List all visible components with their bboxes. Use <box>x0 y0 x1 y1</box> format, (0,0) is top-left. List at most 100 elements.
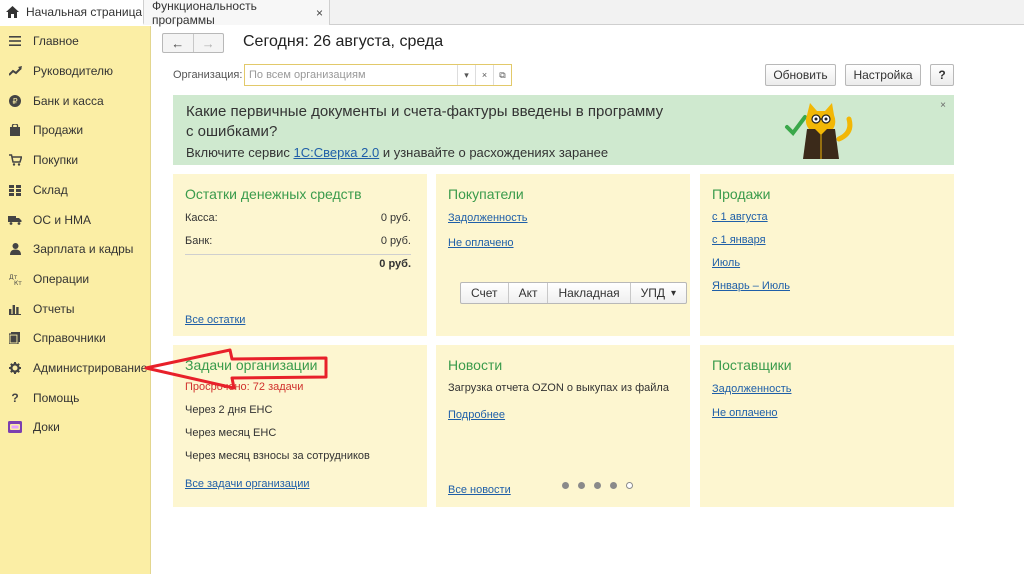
sidebar-item-label: Банк и касса <box>33 94 104 108</box>
sidebar-item-salary[interactable]: Зарплата и кадры <box>0 238 150 260</box>
book-icon <box>8 331 22 345</box>
gear-icon <box>8 361 22 375</box>
tab-home[interactable]: Начальная страница <box>0 0 144 25</box>
buyers-unpaid-link[interactable]: Не оплачено <box>448 237 514 249</box>
card-news: Новости Загрузка отчета OZON о выкупах и… <box>436 345 690 507</box>
card-org-tasks: Задачи организации Просрочено: 72 задачи… <box>173 345 427 507</box>
tab-functionality[interactable]: Функциональность программы × <box>144 0 330 27</box>
sidebar-item-operations[interactable]: Дт Кт Операции <box>0 268 150 290</box>
sidebar-item-help[interactable]: ? Помощь <box>0 387 150 409</box>
dropdown-icon[interactable]: ▾ <box>457 65 475 85</box>
pager-dot[interactable] <box>562 482 569 489</box>
upd-button[interactable]: УПД ▾ <box>629 283 686 303</box>
help-button[interactable]: ? <box>930 64 954 86</box>
clear-icon[interactable]: × <box>475 65 493 85</box>
invoice-button[interactable]: Счет <box>461 283 508 303</box>
news-pager <box>562 482 633 489</box>
all-tasks-link[interactable]: Все задачи организации <box>185 478 310 490</box>
bank-value: 0 руб. <box>380 235 411 247</box>
open-icon[interactable]: ⧉ <box>493 65 511 85</box>
svg-text:Кт: Кт <box>14 280 22 285</box>
org-label: Организация: <box>173 69 243 81</box>
pager-dot-active[interactable] <box>626 482 633 489</box>
tab-functionality-label: Функциональность программы <box>152 0 257 27</box>
document-buttons: Счет Акт Накладная УПД ▾ <box>460 282 688 304</box>
waybill-button[interactable]: Накладная <box>547 283 629 303</box>
question-icon: ? <box>11 391 19 405</box>
card-title: Задачи организации <box>185 357 318 373</box>
banner-line-2: с ошибками? <box>186 123 278 140</box>
suppliers-unpaid-link[interactable]: Не оплачено <box>712 407 778 419</box>
coin-icon: ₽ <box>8 94 22 108</box>
sverka-link[interactable]: 1С:Сверка 2.0 <box>293 145 379 160</box>
buyers-debt-link[interactable]: Задолженность <box>448 212 528 224</box>
sidebar-item-label: ОС и НМА <box>33 213 92 227</box>
forward-button[interactable]: → <box>192 34 224 52</box>
news-text: Загрузка отчета OZON о выкупах из файла <box>448 382 669 394</box>
refresh-button[interactable]: Обновить <box>765 64 836 86</box>
task-item[interactable]: Через месяц взносы за сотрудников <box>185 450 370 462</box>
sidebar-item-label: Зарплата и кадры <box>33 242 134 256</box>
card-title: Продажи <box>712 186 771 202</box>
cart-icon <box>8 153 22 167</box>
pager-dot[interactable] <box>594 482 601 489</box>
all-balances-link[interactable]: Все остатки <box>185 314 245 326</box>
overdue-tasks[interactable]: Просрочено: 72 задачи <box>185 381 303 393</box>
sidebar-item-reports[interactable]: Отчеты <box>0 298 150 320</box>
sidebar-item-catalogs[interactable]: Справочники <box>0 327 150 349</box>
sidebar-item-label: Продажи <box>33 123 84 137</box>
home-icon <box>4 4 20 20</box>
truck-icon <box>8 213 22 227</box>
banner-close-icon[interactable]: × <box>940 100 946 111</box>
sales-july-link[interactable]: Июль <box>712 257 740 269</box>
news-more-link[interactable]: Подробнее <box>448 409 505 421</box>
sales-jan-july-link[interactable]: Январь – Июль <box>712 280 790 292</box>
docs-icon <box>8 420 22 434</box>
sidebar-item-main[interactable]: Главное <box>0 30 150 52</box>
task-item[interactable]: Через 2 дня ЕНС <box>185 404 272 416</box>
sidebar-item-docs[interactable]: Доки <box>0 416 150 438</box>
card-title: Поставщики <box>712 357 792 373</box>
sidebar-item-label: Операции <box>33 272 90 286</box>
sidebar: Главное Руководителю ₽ Банк и касса Прод… <box>0 26 151 574</box>
card-buyers: Покупатели Задолженность Не оплачено Сче… <box>436 174 690 336</box>
kassa-value: 0 руб. <box>380 212 411 224</box>
suppliers-debt-link[interactable]: Задолженность <box>712 383 792 395</box>
chevron-down-icon: ▾ <box>671 287 677 299</box>
grid-icon <box>8 183 22 197</box>
kassa-label: Касса: <box>185 212 218 224</box>
sidebar-item-sales[interactable]: Продажи <box>0 119 150 141</box>
card-title: Покупатели <box>448 186 524 202</box>
card-cash-balances: Остатки денежных средств Касса: 0 руб. Б… <box>173 174 427 336</box>
settings-button[interactable]: Настройка <box>845 64 921 86</box>
sales-jan-link[interactable]: с 1 января <box>712 234 766 246</box>
sidebar-item-label: Доки <box>33 420 60 434</box>
back-button[interactable]: ← <box>163 34 193 52</box>
cat-mascot-icon <box>785 103 853 159</box>
banner-line-3: Включите сервис 1С:Сверка 2.0 и узнавайт… <box>186 145 608 160</box>
sales-aug-link[interactable]: с 1 августа <box>712 211 768 223</box>
sidebar-item-label: Отчеты <box>33 302 75 316</box>
divider <box>185 254 411 255</box>
sidebar-item-assets[interactable]: ОС и НМА <box>0 209 150 231</box>
upd-label: УПД <box>640 286 666 300</box>
sidebar-item-manager[interactable]: Руководителю <box>0 60 150 82</box>
all-news-link[interactable]: Все новости <box>448 484 511 496</box>
pager-dot[interactable] <box>578 482 585 489</box>
card-title: Остатки денежных средств <box>185 186 362 202</box>
sidebar-item-purchases[interactable]: Покупки <box>0 149 150 171</box>
promo-banner: Какие первичные документы и счета-фактур… <box>173 95 954 165</box>
sidebar-item-administration[interactable]: Администрирование <box>0 357 150 379</box>
bank-label: Банк: <box>185 235 213 247</box>
sidebar-item-label: Склад <box>33 183 68 197</box>
org-field[interactable]: По всем организациям ▾ × ⧉ <box>244 64 512 86</box>
act-button[interactable]: Акт <box>507 283 548 303</box>
sidebar-item-warehouse[interactable]: Склад <box>0 179 150 201</box>
task-item[interactable]: Через месяц ЕНС <box>185 427 276 439</box>
sidebar-item-label: Главное <box>33 34 79 48</box>
sidebar-item-bank[interactable]: ₽ Банк и касса <box>0 90 150 112</box>
pager-dot[interactable] <box>610 482 617 489</box>
tab-bar: Начальная страница Функциональность прог… <box>0 0 1024 27</box>
person-icon <box>8 242 22 256</box>
close-icon[interactable]: × <box>316 6 323 20</box>
